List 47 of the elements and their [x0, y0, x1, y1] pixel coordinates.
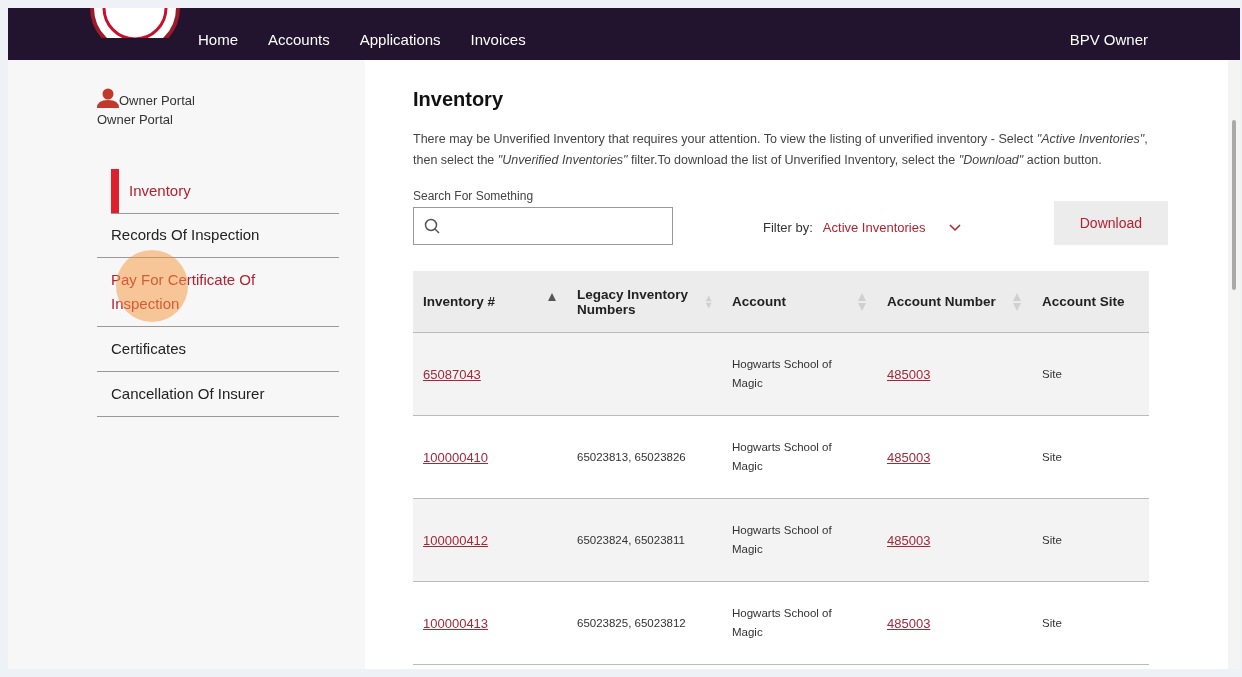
nav-link[interactable]: Accounts	[268, 31, 330, 48]
table-cell-text: Hogwarts School of Magic	[732, 606, 833, 640]
column-header[interactable]: Account Site	[1042, 294, 1125, 309]
account-number-link[interactable]: 485003	[887, 532, 931, 548]
search-icon	[424, 218, 440, 234]
seal-logo-icon[interactable]	[90, 8, 180, 38]
table-cell-text: Site	[1042, 615, 1062, 631]
chevron-down-icon	[949, 223, 962, 232]
sidebar-menu-item[interactable]: Records Of Inspection	[97, 213, 339, 258]
description-text: There may be Unverified Inventory that requires your attention. To view the listing of unverified inventory - Select "Active Inventories", then select the "Unverified Inventories" filter.To download the list of Unverified Inventory, select the "Download" action button.	[413, 131, 1149, 169]
column-header[interactable]: Account Number	[887, 294, 996, 309]
inventory-link[interactable]: 100000413	[423, 615, 489, 631]
filter-label: Filter by:	[763, 220, 813, 235]
nav-link[interactable]: Home	[198, 31, 238, 48]
sidebar-menu-item[interactable]: Inventory	[111, 169, 339, 213]
table-cell-text: 65023824, 65023811	[577, 532, 685, 548]
nav-link[interactable]: Invoices	[470, 31, 526, 48]
scrollbar[interactable]	[1228, 60, 1240, 669]
column-header[interactable]: Inventory #	[423, 294, 496, 309]
account-number-link[interactable]: 485003	[887, 366, 931, 382]
table-cell-text: Hogwarts School of Magic	[732, 523, 833, 557]
inventory-link[interactable]: 65087043	[423, 366, 481, 382]
table-cell-text: Site	[1042, 449, 1062, 465]
inventory-link[interactable]: 100000412	[423, 532, 489, 548]
download-button[interactable]: Download	[1053, 201, 1168, 245]
search-label: Search For Something	[413, 189, 535, 203]
sidebar-menu-item[interactable]: Certificates	[97, 327, 339, 372]
filter-dropdown[interactable]: Active Inventories	[822, 220, 962, 235]
portal-subtitle: Owner Portal	[97, 112, 174, 127]
portal-title: Owner Portal	[119, 93, 195, 108]
inventory-link[interactable]: 100000410	[423, 449, 489, 465]
column-header[interactable]: Legacy Inventory Numbers	[577, 286, 705, 317]
person-icon	[97, 88, 119, 108]
search-field[interactable]	[413, 207, 673, 245]
sidebar-menu-item[interactable]: Cancellation Of Insurer	[97, 372, 339, 417]
nav-link[interactable]: Applications	[359, 31, 441, 48]
page-title: Inventory	[413, 88, 505, 111]
account-number-link[interactable]: 485003	[887, 449, 931, 465]
table-cell-text: 65023825, 65023812	[577, 615, 686, 631]
table-cell-text: Site	[1042, 532, 1062, 548]
table-cell-text: Hogwarts School of Magic	[732, 357, 833, 391]
account-number-link[interactable]: 485003	[887, 615, 931, 631]
table-cell-text: Hogwarts School of Magic	[732, 440, 833, 474]
table-cell-text: 65023813, 65023826	[577, 449, 686, 465]
table-cell-text: Site	[1042, 366, 1062, 382]
user-menu-link[interactable]: BPV Owner	[1069, 31, 1148, 48]
column-header[interactable]: Account	[732, 294, 786, 309]
